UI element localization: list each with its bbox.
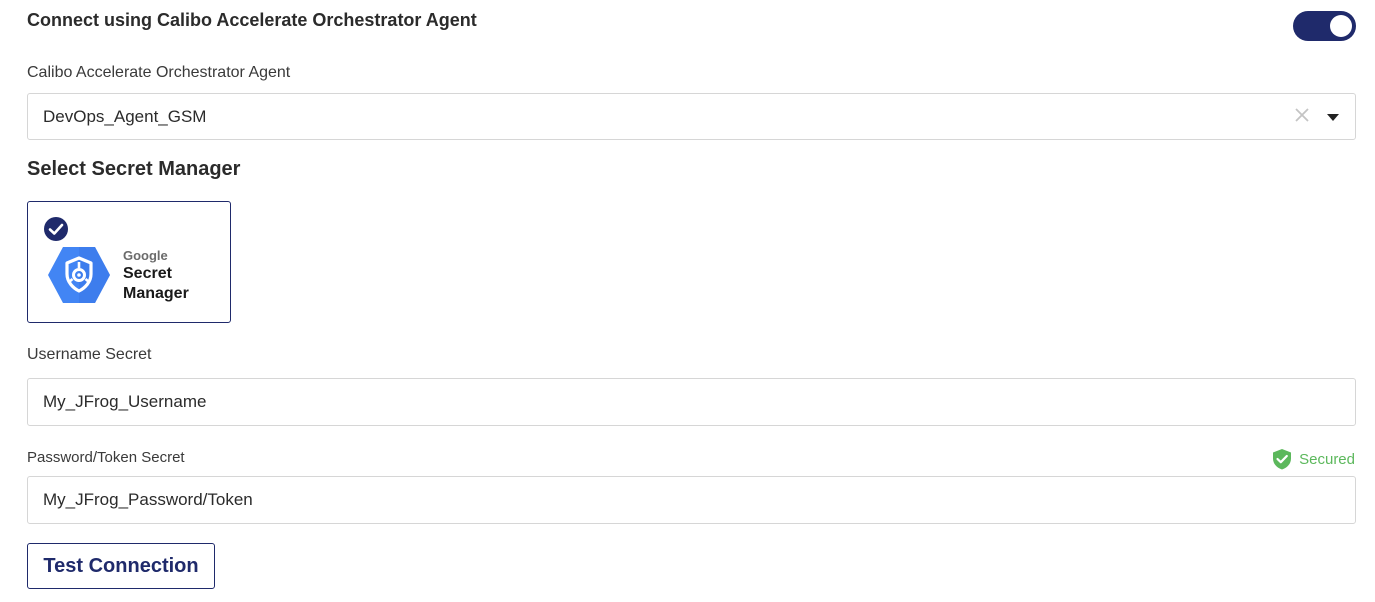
shield-check-icon <box>1273 449 1292 470</box>
connection-settings-form: Connect using Calibo Accelerate Orchestr… <box>0 0 1375 602</box>
secret-manager-vendor: Google <box>123 248 168 263</box>
agent-connect-title: Connect using Calibo Accelerate Orchestr… <box>27 10 477 30</box>
google-secret-manager-icon <box>48 247 110 303</box>
secret-manager-option-google[interactable]: Google Secret Manager <box>27 201 231 323</box>
secret-manager-name: Secret Manager <box>123 265 189 302</box>
caret-down-icon[interactable] <box>1326 110 1340 124</box>
password-input-value: My_JFrog_Password/Token <box>43 490 253 509</box>
secured-label: Secured <box>1299 450 1355 468</box>
secret-manager-title: Select Secret Manager <box>27 158 241 180</box>
username-label: Username Secret <box>27 346 152 363</box>
agent-select-value: DevOps_Agent_GSM <box>43 107 207 126</box>
password-label: Password/Token Secret <box>27 449 185 466</box>
test-connection-button[interactable]: Test Connection <box>27 543 215 589</box>
checkmark-circle-icon <box>42 215 70 243</box>
agent-select[interactable]: DevOps_Agent_GSM <box>27 93 1356 140</box>
username-input[interactable]: My_JFrog_Username <box>27 378 1356 426</box>
password-input[interactable]: My_JFrog_Password/Token <box>27 476 1356 524</box>
secured-indicator: Secured <box>1272 448 1355 470</box>
agent-label: Calibo Accelerate Orchestrator Agent <box>27 64 291 81</box>
username-input-value: My_JFrog_Username <box>43 392 207 411</box>
agent-connect-toggle[interactable] <box>1293 11 1356 41</box>
close-icon[interactable] <box>1293 106 1311 124</box>
toggle-knob <box>1330 15 1352 37</box>
agent-connect-row: Connect using Calibo Accelerate Orchestr… <box>27 10 1356 42</box>
